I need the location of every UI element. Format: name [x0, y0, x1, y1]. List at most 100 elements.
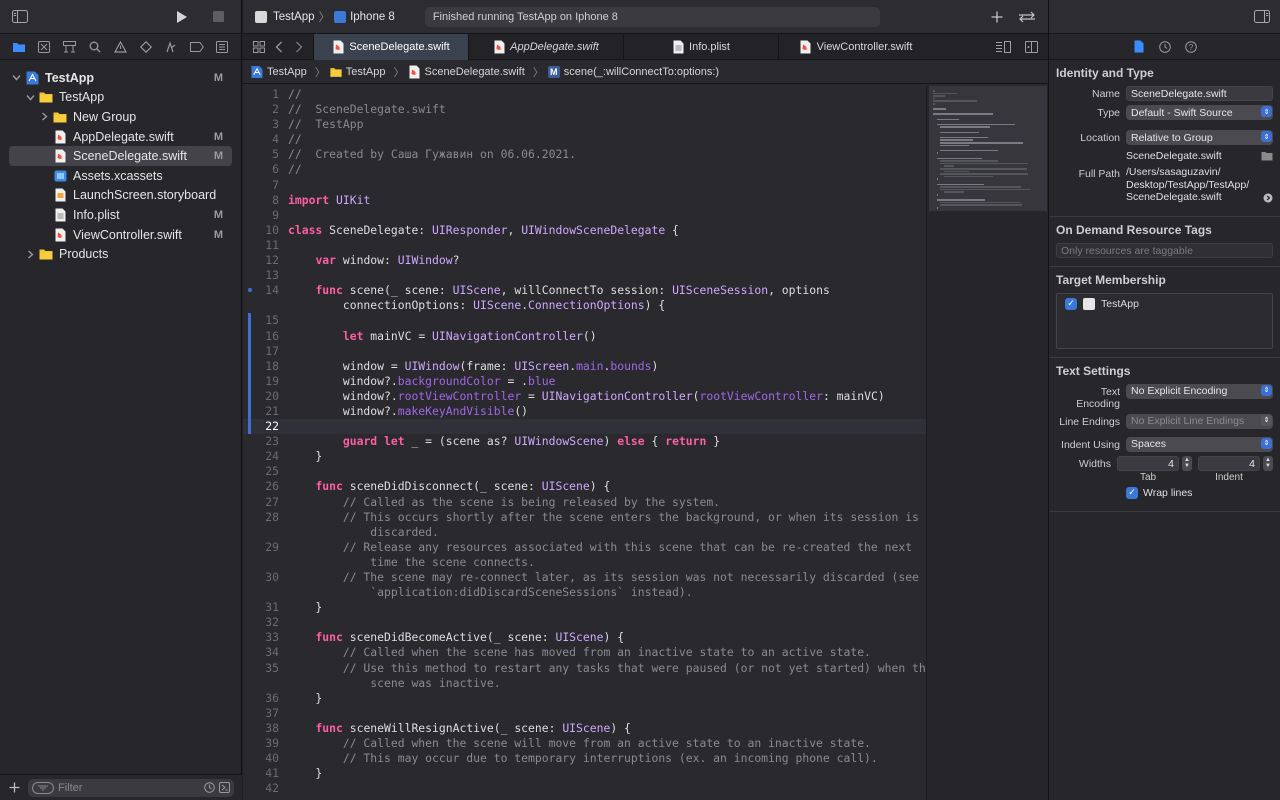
- inspector-toggle-icon[interactable]: [1254, 10, 1270, 23]
- code-line[interactable]: 6 //: [243, 162, 926, 177]
- code-line[interactable]: 7: [243, 178, 926, 193]
- code-line[interactable]: 20 window?.rootViewController = UINaviga…: [243, 388, 926, 404]
- code-line[interactable]: 17: [243, 343, 926, 359]
- library-add-icon[interactable]: [986, 7, 1008, 27]
- editor-tab[interactable]: ViewController.swift: [778, 33, 933, 60]
- editor-tab[interactable]: AppDelegate.swift: [468, 33, 623, 60]
- code-line[interactable]: 19 window?.backgroundColor = .blue: [243, 373, 926, 389]
- code-line[interactable]: 14 func scene(_ scene: UIScene, willConn…: [243, 283, 926, 298]
- code-line[interactable]: 2 // SceneDelegate.swift: [243, 102, 926, 117]
- tree-item[interactable]: Products: [0, 244, 241, 264]
- code-line[interactable]: 1 //: [243, 87, 926, 102]
- tree-item[interactable]: ViewController.swift M: [0, 225, 241, 245]
- jump-bar-crumb[interactable]: SceneDelegate.swift: [409, 65, 525, 78]
- tree-item[interactable]: New Group: [0, 107, 241, 127]
- code-line[interactable]: 5 // Created by Саша Гужавин on 06.06.202…: [243, 147, 926, 162]
- disclosure-closed-icon[interactable]: [38, 111, 50, 123]
- code-line[interactable]: 37: [243, 706, 926, 721]
- code-line[interactable]: 9: [243, 208, 926, 223]
- code-line[interactable]: scene was inactive.: [243, 676, 926, 691]
- disclosure-closed-icon[interactable]: [24, 248, 36, 260]
- stop-button[interactable]: [207, 7, 229, 27]
- code-line[interactable]: 36 }: [243, 691, 926, 706]
- grid-icon[interactable]: [249, 37, 269, 57]
- history-inspector-icon[interactable]: [1154, 37, 1176, 57]
- code-line[interactable]: 22: [243, 419, 926, 435]
- code-line[interactable]: 21 window?.makeKeyAndVisible(): [243, 403, 926, 420]
- report-navigator-icon[interactable]: [210, 37, 235, 57]
- project-navigator-icon[interactable]: [6, 37, 31, 57]
- tree-item[interactable]: Info.plist M: [0, 205, 241, 225]
- run-button[interactable]: [171, 7, 193, 27]
- line-endings-popup[interactable]: No Explicit Line Endings ⇕: [1126, 413, 1273, 429]
- source-control-navigator-icon[interactable]: [31, 37, 56, 57]
- location-popup[interactable]: Relative to Group ⇕: [1126, 130, 1273, 145]
- code-line[interactable]: 18 window = UIWindow(frame: UIScreen.mai…: [243, 358, 926, 374]
- code-line[interactable]: discarded.: [243, 525, 926, 540]
- indent-using-popup[interactable]: Spaces ⇕: [1126, 436, 1273, 452]
- tree-item[interactable]: TestApp M: [0, 68, 241, 88]
- code-line[interactable]: 16 let mainVC = UINavigationController(): [243, 328, 926, 344]
- source-editor[interactable]: 1 // 2 // SceneDelegate.swift 3 // TestApp 4 //…: [243, 86, 926, 800]
- type-popup[interactable]: Default - Swift Source ⇕: [1126, 105, 1273, 120]
- code-line[interactable]: 15: [243, 313, 926, 329]
- code-line[interactable]: 27 // Called as the scene is being relea…: [243, 495, 926, 510]
- tree-item[interactable]: AppDelegate.swift M: [0, 127, 241, 147]
- recent-files-icon[interactable]: [204, 782, 215, 793]
- tree-item[interactable]: Assets.xcassets: [0, 166, 241, 186]
- code-line[interactable]: 42: [243, 781, 926, 796]
- folder-icon[interactable]: [1261, 151, 1273, 161]
- find-navigator-icon[interactable]: [82, 37, 107, 57]
- code-line[interactable]: 26 func sceneDidDisconnect(_ scene: UISc…: [243, 479, 926, 494]
- code-line[interactable]: 12 var window: UIWindow?: [243, 253, 926, 268]
- code-line[interactable]: 29 // Release any resources associated w…: [243, 540, 926, 555]
- code-line[interactable]: 40 // This may occur due to temporary in…: [243, 751, 926, 766]
- code-line[interactable]: 4 //: [243, 132, 926, 147]
- disclosure-open-icon[interactable]: [10, 72, 22, 84]
- code-line[interactable]: 32: [243, 615, 926, 630]
- code-line[interactable]: 41 }: [243, 766, 926, 781]
- target-checkbox[interactable]: ✓: [1065, 297, 1077, 310]
- filter-options-icon[interactable]: [32, 781, 54, 794]
- forward-arrow-icon[interactable]: [289, 37, 309, 57]
- reveal-in-finder-icon[interactable]: [1263, 193, 1273, 203]
- debug-navigator-icon[interactable]: [159, 37, 184, 57]
- source-control-filter-icon[interactable]: [219, 782, 230, 793]
- editor-tab[interactable]: Info.plist: [623, 33, 778, 60]
- disclosure-open-icon[interactable]: [24, 91, 36, 103]
- run-destination[interactable]: Iphone 8: [350, 11, 395, 23]
- code-line[interactable]: 11: [243, 238, 926, 253]
- code-line[interactable]: connectionOptions: UIScene.ConnectionOpt…: [243, 298, 926, 313]
- sidebar-toggle-icon[interactable]: [12, 10, 28, 23]
- scheme-selector[interactable]: TestApp 〉 Iphone 8: [255, 9, 395, 25]
- code-line[interactable]: 10 class SceneDelegate: UIResponder, UIWi…: [243, 223, 926, 238]
- file-inspector-icon[interactable]: [1128, 37, 1150, 57]
- code-line[interactable]: 24 }: [243, 449, 926, 464]
- code-line[interactable]: 33 func sceneDidBecomeActive(_ scene: UI…: [243, 630, 926, 645]
- back-arrow-icon[interactable]: [269, 37, 289, 57]
- code-line[interactable]: 39 // Called when the scene will move fr…: [243, 736, 926, 751]
- editor-options-icon[interactable]: [992, 37, 1014, 57]
- code-line[interactable]: 38 func sceneWillResignActive(_ scene: U…: [243, 721, 926, 736]
- code-line[interactable]: 31 }: [243, 600, 926, 615]
- jump-bar-crumb[interactable]: TestApp: [330, 66, 386, 78]
- filter-input[interactable]: Filter: [28, 778, 234, 797]
- add-icon[interactable]: [8, 782, 20, 794]
- code-line[interactable]: 23 guard let _ = (scene as? UIWindowScen…: [243, 434, 926, 449]
- text-encoding-popup[interactable]: No Explicit Encoding ⇕: [1126, 383, 1273, 399]
- indent-width-stepper[interactable]: ▲ ▼: [1263, 455, 1273, 471]
- code-review-icon[interactable]: [1016, 7, 1038, 27]
- tree-item[interactable]: SceneDelegate.swift M: [9, 146, 232, 166]
- code-line[interactable]: 25: [243, 464, 926, 479]
- test-navigator-icon[interactable]: [133, 37, 158, 57]
- code-line[interactable]: 8 import UIKit: [243, 193, 926, 208]
- wrap-lines-checkbox[interactable]: ✓: [1126, 486, 1138, 499]
- code-line[interactable]: 28 // This occurs shortly after the scen…: [243, 510, 926, 525]
- issue-navigator-icon[interactable]: [108, 37, 133, 57]
- tab-width-stepper[interactable]: ▲ ▼: [1182, 455, 1192, 471]
- add-editor-icon[interactable]: [1020, 37, 1042, 57]
- code-line[interactable]: 35 // Use this method to restart any tas…: [243, 661, 926, 676]
- code-line[interactable]: 3 // TestApp: [243, 117, 926, 132]
- symbol-navigator-icon[interactable]: [57, 37, 82, 57]
- code-line[interactable]: 34 // Called when the scene has moved fr…: [243, 645, 926, 660]
